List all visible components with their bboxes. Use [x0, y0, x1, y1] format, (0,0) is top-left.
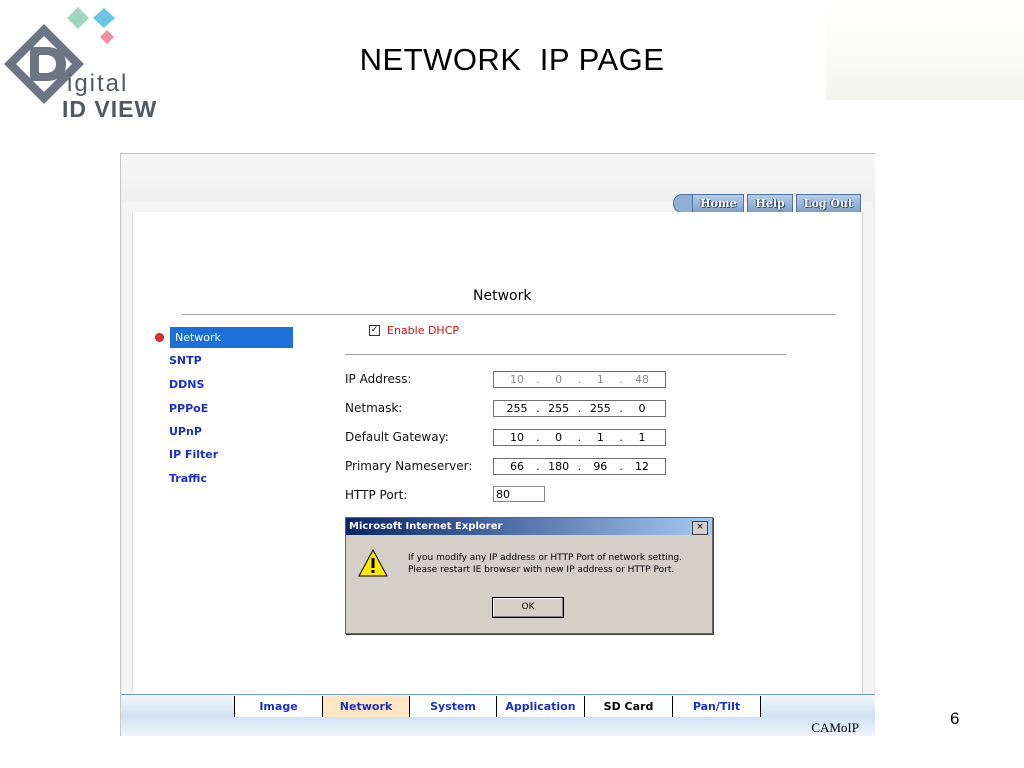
dialog-title: Microsoft Internet Explorer: [346, 518, 712, 535]
active-bullet-icon: [155, 333, 164, 342]
netmask-octet-4: 0: [638, 402, 646, 415]
nav-cap: [673, 193, 693, 213]
nameserver-octet-3: 96: [593, 460, 608, 473]
tab-application[interactable]: Application: [496, 696, 585, 717]
enable-dhcp-row: ✓ Enable DHCP: [369, 324, 459, 337]
tab-sd-card[interactable]: SD Card: [584, 696, 673, 717]
brand-label: CAMoIP: [811, 720, 859, 735]
page-title: Network: [473, 288, 532, 304]
ip-address-field[interactable]: 10. 0. 1. 48: [493, 371, 666, 388]
dialog-message-line1: If you modify any IP address or HTTP Por…: [408, 553, 683, 563]
tab-pan-tilt[interactable]: Pan/Tilt: [672, 696, 761, 717]
ip-octet-4: 48: [634, 373, 649, 386]
ip-octet-2: 0: [555, 373, 563, 386]
alert-dialog: Microsoft Internet Explorer × If you mod…: [345, 517, 713, 634]
nameserver-octet-2: 180: [548, 460, 570, 473]
sidebar-item-sntp[interactable]: SNTP: [169, 354, 202, 367]
enable-dhcp-checkbox[interactable]: ✓: [369, 325, 380, 336]
ip-address-label: IP Address:: [345, 372, 412, 386]
warning-icon: [358, 549, 388, 577]
slide-number: 6: [950, 709, 960, 728]
help-button[interactable]: Help: [747, 193, 793, 213]
nameserver-field[interactable]: 66. 180. 96. 12: [493, 458, 666, 475]
heading-divider: [182, 314, 836, 315]
dialog-message-line2: Please restart IE browser with new IP ad…: [408, 565, 675, 575]
dialog-message: If you modify any IP address or HTTP Por…: [408, 552, 682, 576]
gateway-label: Default Gateway:: [345, 430, 449, 444]
netmask-octet-2: 255: [548, 402, 570, 415]
netmask-label: Netmask:: [345, 401, 403, 415]
gateway-field[interactable]: 10. 0. 1. 1: [493, 429, 666, 446]
sidebar-item-traffic[interactable]: Traffic: [169, 472, 207, 485]
netmask-field[interactable]: 255. 255. 255. 0: [493, 400, 666, 417]
logo-text-id-view: ID VIEW: [62, 96, 158, 122]
tab-system[interactable]: System: [409, 696, 497, 717]
slide-title: NETWORK IP PAGE: [359, 42, 665, 77]
sidebar-item-network[interactable]: Network: [170, 327, 293, 348]
gateway-octet-1: 10: [510, 431, 524, 444]
content-panel: Network Network SNTP DDNS PPPoE UPnP IP …: [132, 212, 863, 694]
form-divider: [345, 354, 786, 355]
sidebar-item-upnp[interactable]: UPnP: [169, 425, 202, 438]
gateway-octet-4: 1: [638, 431, 646, 444]
top-nav: Home Help Log Out: [673, 193, 861, 213]
ok-button[interactable]: OK: [492, 597, 564, 618]
nameserver-label: Primary Nameserver:: [345, 459, 473, 473]
brand-bar: [121, 717, 875, 736]
ip-octet-3: 1: [596, 373, 604, 386]
http-port-input[interactable]: 80: [493, 486, 545, 502]
gateway-octet-3: 1: [596, 431, 604, 444]
sidebar-item-ddns[interactable]: DDNS: [169, 378, 204, 391]
enable-dhcp-label: Enable DHCP: [387, 324, 460, 337]
sidebar-item-ip-filter[interactable]: IP Filter: [169, 448, 218, 461]
bottom-tab-bar: Image Network System Application SD Card…: [121, 694, 875, 717]
home-button[interactable]: Home: [692, 193, 745, 213]
nameserver-octet-4: 12: [634, 460, 649, 473]
dialog-close-button[interactable]: ×: [692, 521, 708, 535]
ip-octet-1: 10: [510, 373, 524, 386]
tab-network[interactable]: Network: [322, 696, 410, 717]
logout-button[interactable]: Log Out: [795, 193, 861, 213]
tab-image[interactable]: Image: [234, 696, 323, 717]
gateway-octet-2: 0: [555, 431, 563, 444]
sidebar-item-pppoe[interactable]: PPPoE: [169, 402, 208, 415]
http-port-label: HTTP Port:: [345, 488, 408, 502]
netmask-octet-1: 255: [506, 402, 528, 415]
netmask-octet-3: 255: [589, 402, 611, 415]
nameserver-octet-1: 66: [510, 460, 524, 473]
camera-web-ui: Home Help Log Out Network Network SNTP D…: [120, 153, 875, 736]
